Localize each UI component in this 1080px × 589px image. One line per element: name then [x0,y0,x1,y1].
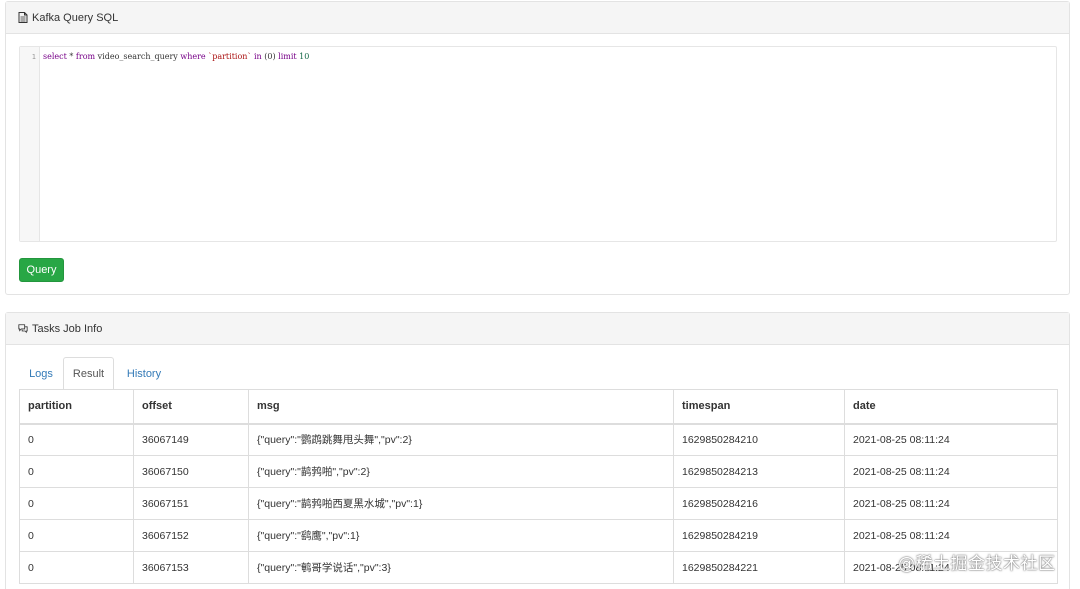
table-header-row: partition offset msg timespan date [19,389,1058,425]
cell-offset: 36067152 [133,519,249,552]
cell-msg: {"query":"鹌哥学说话","pv":3} [248,551,674,584]
token-star: * [66,52,76,61]
cell-timespan: 1629850284219 [673,519,845,552]
table-row: 0 36067151 {"query":"鹋鹁啪西夏黑水城","pv":1} 1… [19,487,1058,520]
cell-timespan: 1629850284213 [673,455,845,488]
cell-timespan: 1629850284216 [673,487,845,520]
tab-bar: Logs Result History [19,357,1057,390]
cell-partition: 0 [19,423,134,456]
comments-icon [18,323,28,334]
tasks-panel-heading: Tasks Job Info [6,313,1069,345]
cell-timespan: 1629850284221 [673,551,845,584]
sql-panel: Kafka Query SQL 1 select * from video_se… [5,1,1070,295]
column-header-partition: partition [19,389,134,425]
column-header-msg: msg [248,389,674,425]
column-header-date: date [844,389,1058,425]
tab-history[interactable]: History [116,357,172,390]
cell-partition: 0 [19,519,134,552]
cell-msg: {"query":"鹞鹰","pv":1} [248,519,674,552]
tab-result[interactable]: Result [63,357,114,390]
sql-panel-title: Kafka Query SQL [32,11,119,24]
token-table: video_search_query [95,52,181,61]
watermark: @稀土掘金技术社区 [898,554,1056,574]
tasks-panel-title: Tasks Job Info [32,322,103,335]
cell-date: 2021-08-25 08:11:24 [844,487,1058,520]
sql-code-line[interactable]: select * from video_search_query where `… [43,52,309,61]
cell-msg: {"query":"鹋鹁啪","pv":2} [248,455,674,488]
cell-partition: 0 [19,455,134,488]
document-icon [18,12,28,23]
keyword-from: from [75,52,96,61]
table-row: 0 36067150 {"query":"鹋鹁啪","pv":2} 162985… [19,455,1058,488]
cell-msg: {"query":"鹦鹉跳舞甩头舞","pv":2} [248,423,674,456]
cell-offset: 36067153 [133,551,249,584]
sql-editor[interactable]: 1 select * from video_search_query where… [19,46,1057,242]
line-number: 1 [31,53,36,61]
column-header-offset: offset [133,389,249,425]
cell-offset: 36067149 [133,423,249,456]
table-row: 0 36067152 {"query":"鹞鹰","pv":1} 1629850… [19,519,1058,552]
sql-panel-heading: Kafka Query SQL [6,2,1069,34]
cell-date: 2021-08-25 08:11:24 [844,519,1058,552]
cell-offset: 36067151 [133,487,249,520]
table-row: 0 36067149 {"query":"鹦鹉跳舞甩头舞","pv":2} 16… [19,423,1058,456]
token-column: `partition` [208,52,252,61]
cell-timespan: 1629850284210 [673,423,845,456]
query-button[interactable]: Query [19,258,64,282]
keyword-select: select [43,52,67,61]
tasks-panel: Tasks Job Info Logs Result History parti… [5,312,1070,589]
cell-msg: {"query":"鹋鹁啪西夏黑水城","pv":1} [248,487,674,520]
cell-partition: 0 [19,487,134,520]
keyword-where: where [180,52,206,61]
cell-date: 2021-08-25 08:11:24 [844,455,1058,488]
cell-date: 2021-08-25 08:11:24 [844,423,1058,456]
token-args: (0) [261,52,279,61]
keyword-limit: limit [278,52,297,61]
token-limit-value: 10 [299,52,310,61]
keyword-in: in [254,52,262,61]
column-header-timespan: timespan [673,389,845,425]
editor-gutter: 1 [20,47,40,241]
cell-offset: 36067150 [133,455,249,488]
tab-logs[interactable]: Logs [19,357,63,390]
cell-partition: 0 [19,551,134,584]
